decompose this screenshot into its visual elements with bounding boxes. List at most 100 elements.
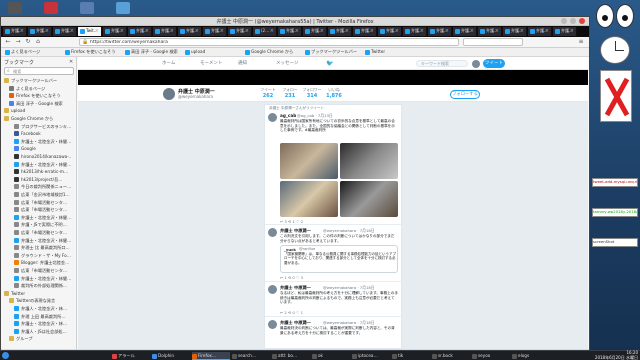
terminal-widget[interactable]: screenShot xyxy=(592,238,638,247)
bookmark-tree-item[interactable]: Twitter xyxy=(1,290,77,297)
tweet-photo[interactable] xyxy=(280,143,338,179)
tweet-item[interactable]: 弁護士 中原潤一 @weyernakahara · 7月18日 この判決文を引用… xyxy=(265,226,401,282)
bookmark-tree-item[interactable]: ブログサービスのランキ… xyxy=(1,123,77,130)
bookmark-tree-item[interactable]: 広東「市場活動センタ… xyxy=(1,267,77,274)
bookmark-tree-item[interactable]: 弁護士・北陸金沢・林健… xyxy=(1,161,77,168)
bookmark-tree-item[interactable]: Twitterの表現な発言 xyxy=(1,297,77,304)
twitter-search-input[interactable]: キーワード検索 xyxy=(416,60,468,67)
bookmark-toolbar-item[interactable]: Google Chrome から xyxy=(245,49,293,56)
browser-tab[interactable]: 弁護… × xyxy=(3,27,27,36)
tweet-actions[interactable]: ↩ 2 ⟲ 0 ♡ 1 xyxy=(280,310,303,315)
taskbar-item[interactable]: Dolphin xyxy=(152,352,190,360)
tab-close-icon[interactable]: × xyxy=(20,28,24,34)
tweet-author[interactable]: ag_cab xyxy=(280,113,296,118)
bookmark-toolbar-item[interactable]: 高田 淳子 - Google 検索 xyxy=(125,49,178,56)
home-button[interactable]: ⌂ xyxy=(34,38,42,46)
bookmark-tree-item[interactable]: 弁護人・北陸金沢・林… xyxy=(1,305,77,312)
desktop-icon-folder-blue[interactable] xyxy=(116,2,130,14)
bookmark-toolbar-item[interactable]: upload xyxy=(185,49,205,56)
minimize-button[interactable] xyxy=(561,18,567,24)
taskbar-item[interactable]: seyoo xyxy=(472,352,510,360)
bookmark-tree-item[interactable]: 弁護士・北陸金沢・林健… xyxy=(1,138,77,145)
profile-stat[interactable]: ツイート 262 xyxy=(258,87,278,99)
desktop-icon-trash[interactable] xyxy=(8,2,22,14)
taskbar-item[interactable]: sr.bock xyxy=(432,352,470,360)
profile-handle[interactable]: @weyernakahara xyxy=(178,94,213,99)
twitter-nav-item[interactable]: 通知 xyxy=(238,60,247,66)
browser-tab[interactable]: 弁護… × xyxy=(103,27,127,36)
taskbar-item[interactable]: search… xyxy=(232,352,270,360)
tab-close-icon[interactable]: × xyxy=(295,28,299,34)
tweet-actions[interactable]: ↩ 3 ⟲ 1 ♡ 2 xyxy=(280,219,303,224)
terminal-widget[interactable]: tammy-wp2018y-2018/2 xyxy=(592,208,638,217)
follow-button[interactable]: フォローする xyxy=(450,90,480,99)
browser-tab[interactable]: 弁護… × xyxy=(53,27,77,36)
tweet-avatar[interactable] xyxy=(268,113,277,122)
taskbar-clock[interactable]: 16:20 2018年6月20日 水曜日 xyxy=(595,350,638,360)
bookmark-tree-item[interactable]: Google Chrome から xyxy=(1,115,77,122)
tab-close-icon[interactable]: × xyxy=(420,28,424,34)
tweet-actions[interactable]: ↩ 1 ⟲ 0 ♡ 3 xyxy=(280,275,303,280)
browser-tab[interactable]: (2… × xyxy=(253,27,277,36)
tab-close-icon[interactable]: × xyxy=(170,28,174,34)
browser-tab[interactable]: 弁護… × xyxy=(403,27,427,36)
bookmark-tree-item[interactable]: 弁護人・JSは社会部処… xyxy=(1,328,77,335)
bookmark-tree-item[interactable]: よく見るページ xyxy=(1,85,77,92)
bookmark-tree-item[interactable]: 弁理士 比 最高裁判所口… xyxy=(1,244,77,251)
bookmark-tree-item[interactable]: 広東「市場活動センタ… xyxy=(1,206,77,213)
tab-close-icon[interactable]: × xyxy=(145,28,149,34)
browser-tab[interactable]: 弁護… × xyxy=(203,27,227,36)
reload-button[interactable]: ↻ xyxy=(24,38,32,46)
tab-close-icon[interactable]: × xyxy=(95,28,99,34)
tab-close-icon[interactable]: × xyxy=(545,28,549,34)
browser-tab[interactable]: 弁護… × xyxy=(228,27,252,36)
bookmark-tree-item[interactable]: 弁護士・北陸金沢・林健… xyxy=(1,237,77,244)
bookmark-toolbar-item[interactable]: Firefox を使いこなそう xyxy=(65,49,116,56)
tab-close-icon[interactable]: × xyxy=(370,28,374,34)
taskbar-item[interactable]: elogs xyxy=(512,352,550,360)
tab-close-icon[interactable]: × xyxy=(470,28,474,34)
bookmark-tree-item[interactable]: Firefox を使いこなそう xyxy=(1,92,77,99)
profile-stat[interactable]: いいね 1,876 xyxy=(324,87,344,99)
twitter-nav-item[interactable]: ホーム xyxy=(162,60,175,66)
browser-tab[interactable]: 弁護… × xyxy=(528,27,552,36)
twitter-nav-item[interactable]: モーメント xyxy=(200,60,222,66)
tab-close-icon[interactable]: × xyxy=(345,28,349,34)
desktop-icon-computer[interactable] xyxy=(80,2,94,14)
bookmark-toolbar-item[interactable]: Twitter xyxy=(365,49,385,56)
bookmark-tree-item[interactable]: 弁護士・北陸金沢・林… xyxy=(1,320,77,327)
twitter-nav-item[interactable]: メッセージ xyxy=(276,60,298,66)
bookmark-tree-item[interactable]: hirono2014/kanazawa-… xyxy=(1,153,77,160)
tab-close-icon[interactable]: × xyxy=(45,28,49,34)
browser-tab[interactable]: 弁護… × xyxy=(328,27,352,36)
browser-tab[interactable]: 弁護… × xyxy=(478,27,502,36)
taskbar-item[interactable]: tik xyxy=(392,352,430,360)
quoted-tweet[interactable]: _yuck @ranflue 「国家機関等」は、単なる公務員に関する事務処理能力… xyxy=(280,245,398,273)
bookmark-tree-item[interactable]: Google xyxy=(1,145,77,152)
menu-button[interactable]: ≡ xyxy=(577,38,585,46)
bookmark-tree-item[interactable]: hk2013/project/吾… xyxy=(1,176,77,183)
browser-tab[interactable]: 弁護… × xyxy=(553,27,577,36)
browser-tab[interactable]: 弁護… × xyxy=(128,27,152,36)
taskbar-item[interactable]: attl: bo… xyxy=(272,352,310,360)
browser-tab[interactable]: 弁護… × xyxy=(178,27,202,36)
bookmark-tree-item[interactable]: ブックマークツールバー xyxy=(1,77,77,84)
browser-tab[interactable]: 弁護… × xyxy=(303,27,327,36)
bookmark-tree-item[interactable]: 弁理 上田 最高裁判所… xyxy=(1,313,77,320)
tab-close-icon[interactable]: × xyxy=(70,28,74,34)
bookmark-tree-item[interactable]: 広東「市場活動センタ… xyxy=(1,229,77,236)
tab-close-icon[interactable]: × xyxy=(395,28,399,34)
back-button[interactable]: ← xyxy=(4,38,12,46)
tab-close-icon[interactable]: × xyxy=(495,28,499,34)
user-avatar[interactable] xyxy=(472,60,480,68)
tab-close-icon[interactable]: × xyxy=(120,28,124,34)
bookmark-toolbar-item[interactable]: ブックマークツールバー xyxy=(305,49,357,56)
tweet-avatar[interactable] xyxy=(268,285,277,294)
tab-close-icon[interactable]: × xyxy=(270,28,274,34)
tweet-button[interactable]: ツイート xyxy=(483,59,505,68)
tweet-photo[interactable] xyxy=(340,143,398,179)
url-bar[interactable]: 🔒 https://twitter.com/weyernakahara xyxy=(79,38,459,46)
bookmark-tree-item[interactable]: 弁護士・北陸金沢・林健… xyxy=(1,275,77,282)
sidebar-search-input[interactable]: ⌕ 検索 xyxy=(4,67,74,75)
tab-close-icon[interactable]: × xyxy=(570,28,574,34)
